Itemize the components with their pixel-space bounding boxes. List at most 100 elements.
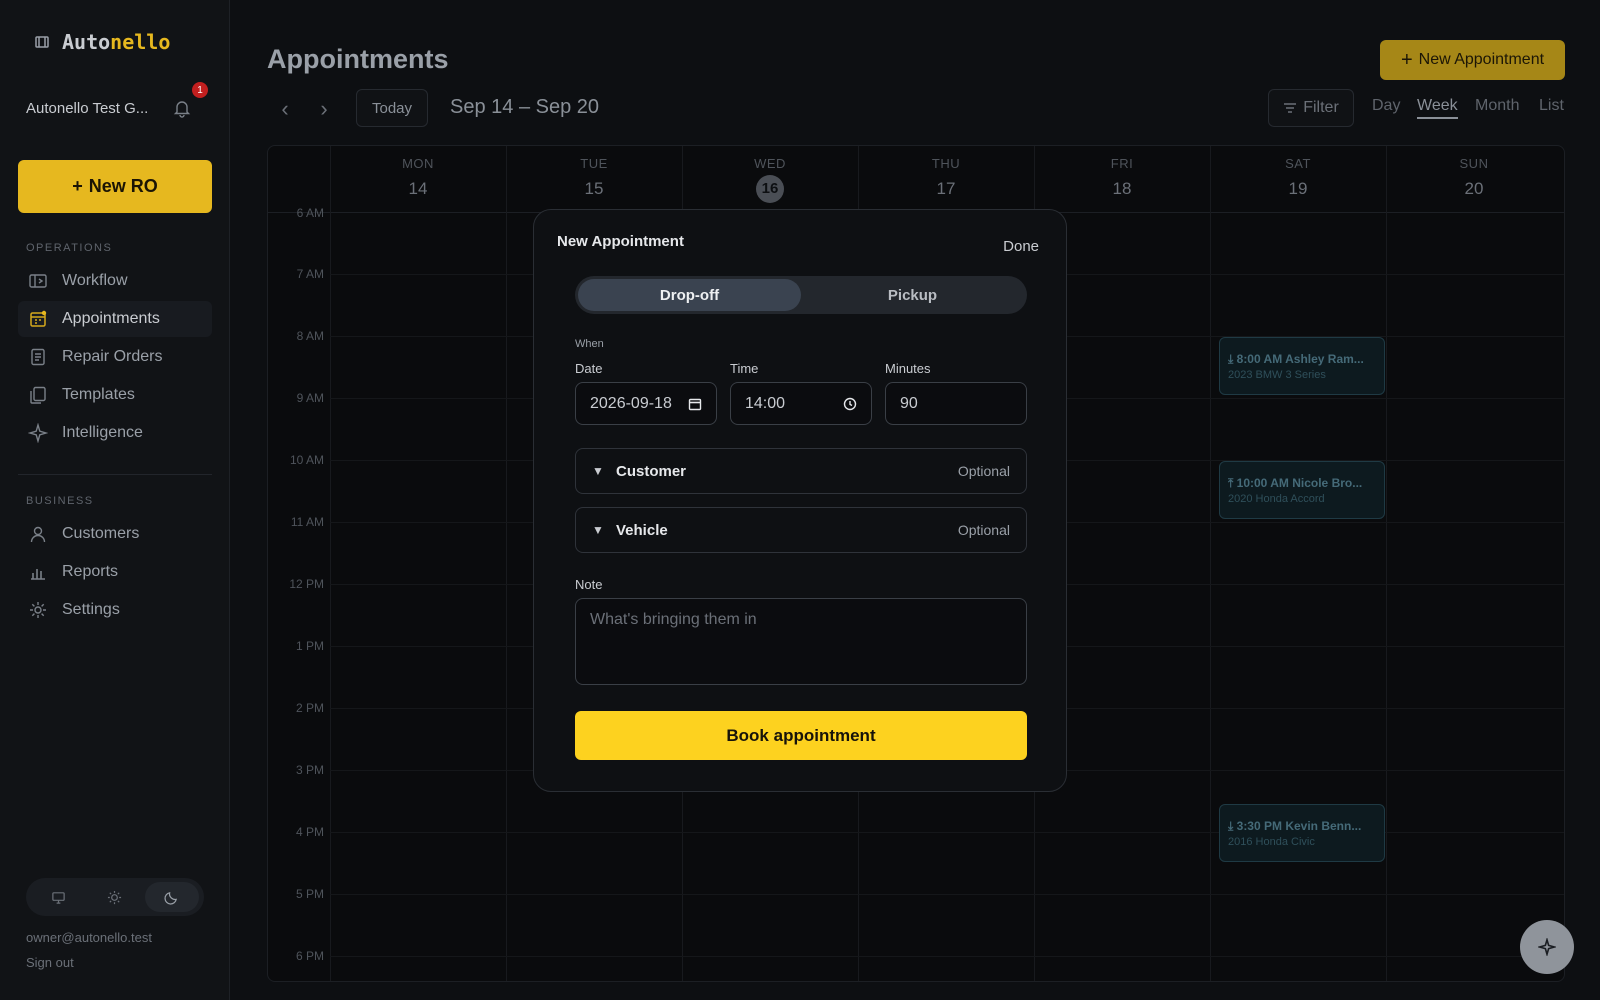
new-appointment-button[interactable]: + New Appointment	[1380, 40, 1565, 80]
event-title: 10:00 AM Nicole Bro...	[1236, 476, 1363, 490]
vehicle-section-toggle[interactable]: ▼ Vehicle Optional	[575, 507, 1027, 553]
theme-system-button[interactable]	[31, 882, 85, 912]
view-tab-day[interactable]: Day	[1372, 97, 1400, 115]
today-button[interactable]: Today	[356, 89, 428, 127]
chevron-right-icon: ›	[320, 96, 328, 121]
vehicle-label: Vehicle	[616, 521, 668, 539]
day-date[interactable]: 18	[1108, 175, 1136, 203]
hour-label: 9 AM	[296, 391, 324, 405]
sign-out-link[interactable]: Sign out	[26, 955, 74, 970]
sidebar: Autonello Autonello Test G... 1 + New RO…	[0, 0, 230, 1000]
minutes-input[interactable]: 90	[885, 382, 1027, 425]
dropoff-icon: ⤓	[1228, 819, 1237, 833]
dialog-title: New Appointment	[557, 233, 684, 250]
moon-icon	[164, 891, 178, 905]
org-name: Autonello Test G...	[26, 99, 149, 117]
hour-line	[330, 956, 1564, 957]
day-date[interactable]: 19	[1284, 175, 1312, 203]
day-header-thu: THU 17	[858, 156, 1034, 203]
theme-dark-button[interactable]	[144, 882, 199, 912]
event-vehicle: 2016 Honda Civic	[1228, 836, 1315, 848]
user-email: owner@autonello.test	[26, 930, 152, 945]
calendar-icon	[688, 398, 702, 410]
chart-icon	[31, 569, 45, 580]
day-header-wed: WED 16	[682, 156, 858, 203]
assistant-button[interactable]	[1520, 920, 1574, 974]
logo[interactable]: Autonello	[34, 30, 170, 54]
day-name: THU	[931, 156, 961, 171]
dropoff-option[interactable]: Drop-off	[578, 279, 801, 311]
templates-icon	[30, 386, 46, 404]
sidebar-item-templates[interactable]: Templates	[18, 377, 212, 413]
note-textarea[interactable]	[575, 598, 1027, 685]
date-input[interactable]: 2026-09-18	[575, 382, 717, 425]
sidebar-item-customers[interactable]: Customers	[18, 516, 212, 552]
workflow-icon	[29, 274, 47, 288]
pickup-option[interactable]: Pickup	[801, 279, 1024, 311]
page-title: Appointments	[267, 44, 449, 74]
time-label: Time	[730, 361, 759, 376]
event-vehicle: 2020 Honda Accord	[1228, 493, 1325, 505]
day-header-mon: MON 14	[330, 156, 506, 203]
hour-label: 12 PM	[289, 577, 324, 591]
sidebar-item-repair-orders[interactable]: Repair Orders	[18, 339, 212, 375]
sidebar-item-label: Workflow	[62, 272, 128, 289]
sidebar-item-workflow[interactable]: Workflow	[18, 263, 212, 299]
time-input[interactable]: 14:00	[730, 382, 872, 425]
clock-icon	[843, 397, 857, 410]
org-switcher[interactable]: Autonello Test G... 1	[26, 82, 216, 118]
event-title: 3:30 PM Kevin Benn...	[1236, 819, 1362, 833]
bell-icon	[173, 101, 191, 118]
notification-badge: 1	[192, 82, 208, 98]
customer-label: Customer	[616, 462, 687, 480]
filter-button[interactable]: Filter	[1268, 89, 1354, 127]
hour-label: 3 PM	[295, 763, 324, 777]
note-label: Note	[575, 577, 603, 592]
view-tab-list[interactable]: List	[1539, 97, 1564, 115]
day-date[interactable]: 14	[404, 175, 432, 203]
appointment-event[interactable]: ⤓ 8:00 AM Ashley Ram... 2023 BMW 3 Serie…	[1219, 337, 1385, 395]
date-label: Date	[575, 361, 603, 376]
caret-down-icon: ▼	[592, 464, 604, 478]
monitor-icon	[52, 891, 65, 904]
book-appointment-button[interactable]: Book appointment	[575, 711, 1027, 760]
hour-label: 2 PM	[295, 701, 324, 715]
view-tab-week[interactable]: Week	[1417, 97, 1458, 119]
customer-section-toggle[interactable]: ▼ Customer Optional	[575, 448, 1027, 494]
time-value: 14:00	[745, 394, 786, 412]
sidebar-item-reports[interactable]: Reports	[18, 554, 212, 590]
sidebar-item-appointments[interactable]: Appointments	[18, 301, 212, 337]
sidebar-item-label: Reports	[62, 563, 119, 580]
day-name: MON	[402, 156, 434, 171]
appointment-event[interactable]: ⤒ 10:00 AM Nicole Bro... 2020 Honda Acco…	[1219, 461, 1385, 519]
day-date[interactable]: 17	[932, 175, 960, 203]
day-name: TUE	[580, 156, 608, 171]
day-date[interactable]: 15	[580, 175, 608, 203]
minutes-label: Minutes	[885, 361, 931, 376]
view-tab-month[interactable]: Month	[1475, 97, 1519, 115]
hour-label: 11 AM	[290, 515, 324, 529]
hour-label: 10 AM	[289, 453, 324, 467]
hour-label: 4 PM	[295, 825, 324, 839]
sparkle-icon	[1538, 938, 1556, 956]
done-button[interactable]: Done	[1003, 238, 1039, 255]
theme-light-button[interactable]	[88, 882, 142, 912]
new-ro-button[interactable]: + New RO	[18, 160, 212, 213]
sidebar-item-label: Intelligence	[62, 424, 143, 441]
event-vehicle: 2023 BMW 3 Series	[1228, 369, 1326, 381]
when-label: When	[575, 338, 604, 350]
notifications-button[interactable]: 1	[172, 82, 208, 118]
prev-week-button[interactable]: ‹	[273, 96, 297, 121]
appointment-event[interactable]: ⤓ 3:30 PM Kevin Benn... 2016 Honda Civic	[1219, 804, 1385, 862]
sidebar-item-settings[interactable]: Settings	[18, 592, 212, 628]
pickup-icon: ⤒	[1228, 476, 1237, 490]
day-date-today[interactable]: 16	[756, 175, 784, 203]
day-date[interactable]: 20	[1460, 175, 1488, 203]
day-header-fri: FRI 18	[1034, 156, 1210, 203]
sidebar-item-intelligence[interactable]: Intelligence	[18, 415, 212, 451]
hour-label: 6 AM	[296, 206, 324, 220]
new-ro-label: New RO	[88, 176, 158, 196]
next-week-button[interactable]: ›	[312, 96, 336, 121]
new-appointment-label: New Appointment	[1418, 51, 1545, 68]
sidebar-item-label: Settings	[62, 601, 120, 618]
